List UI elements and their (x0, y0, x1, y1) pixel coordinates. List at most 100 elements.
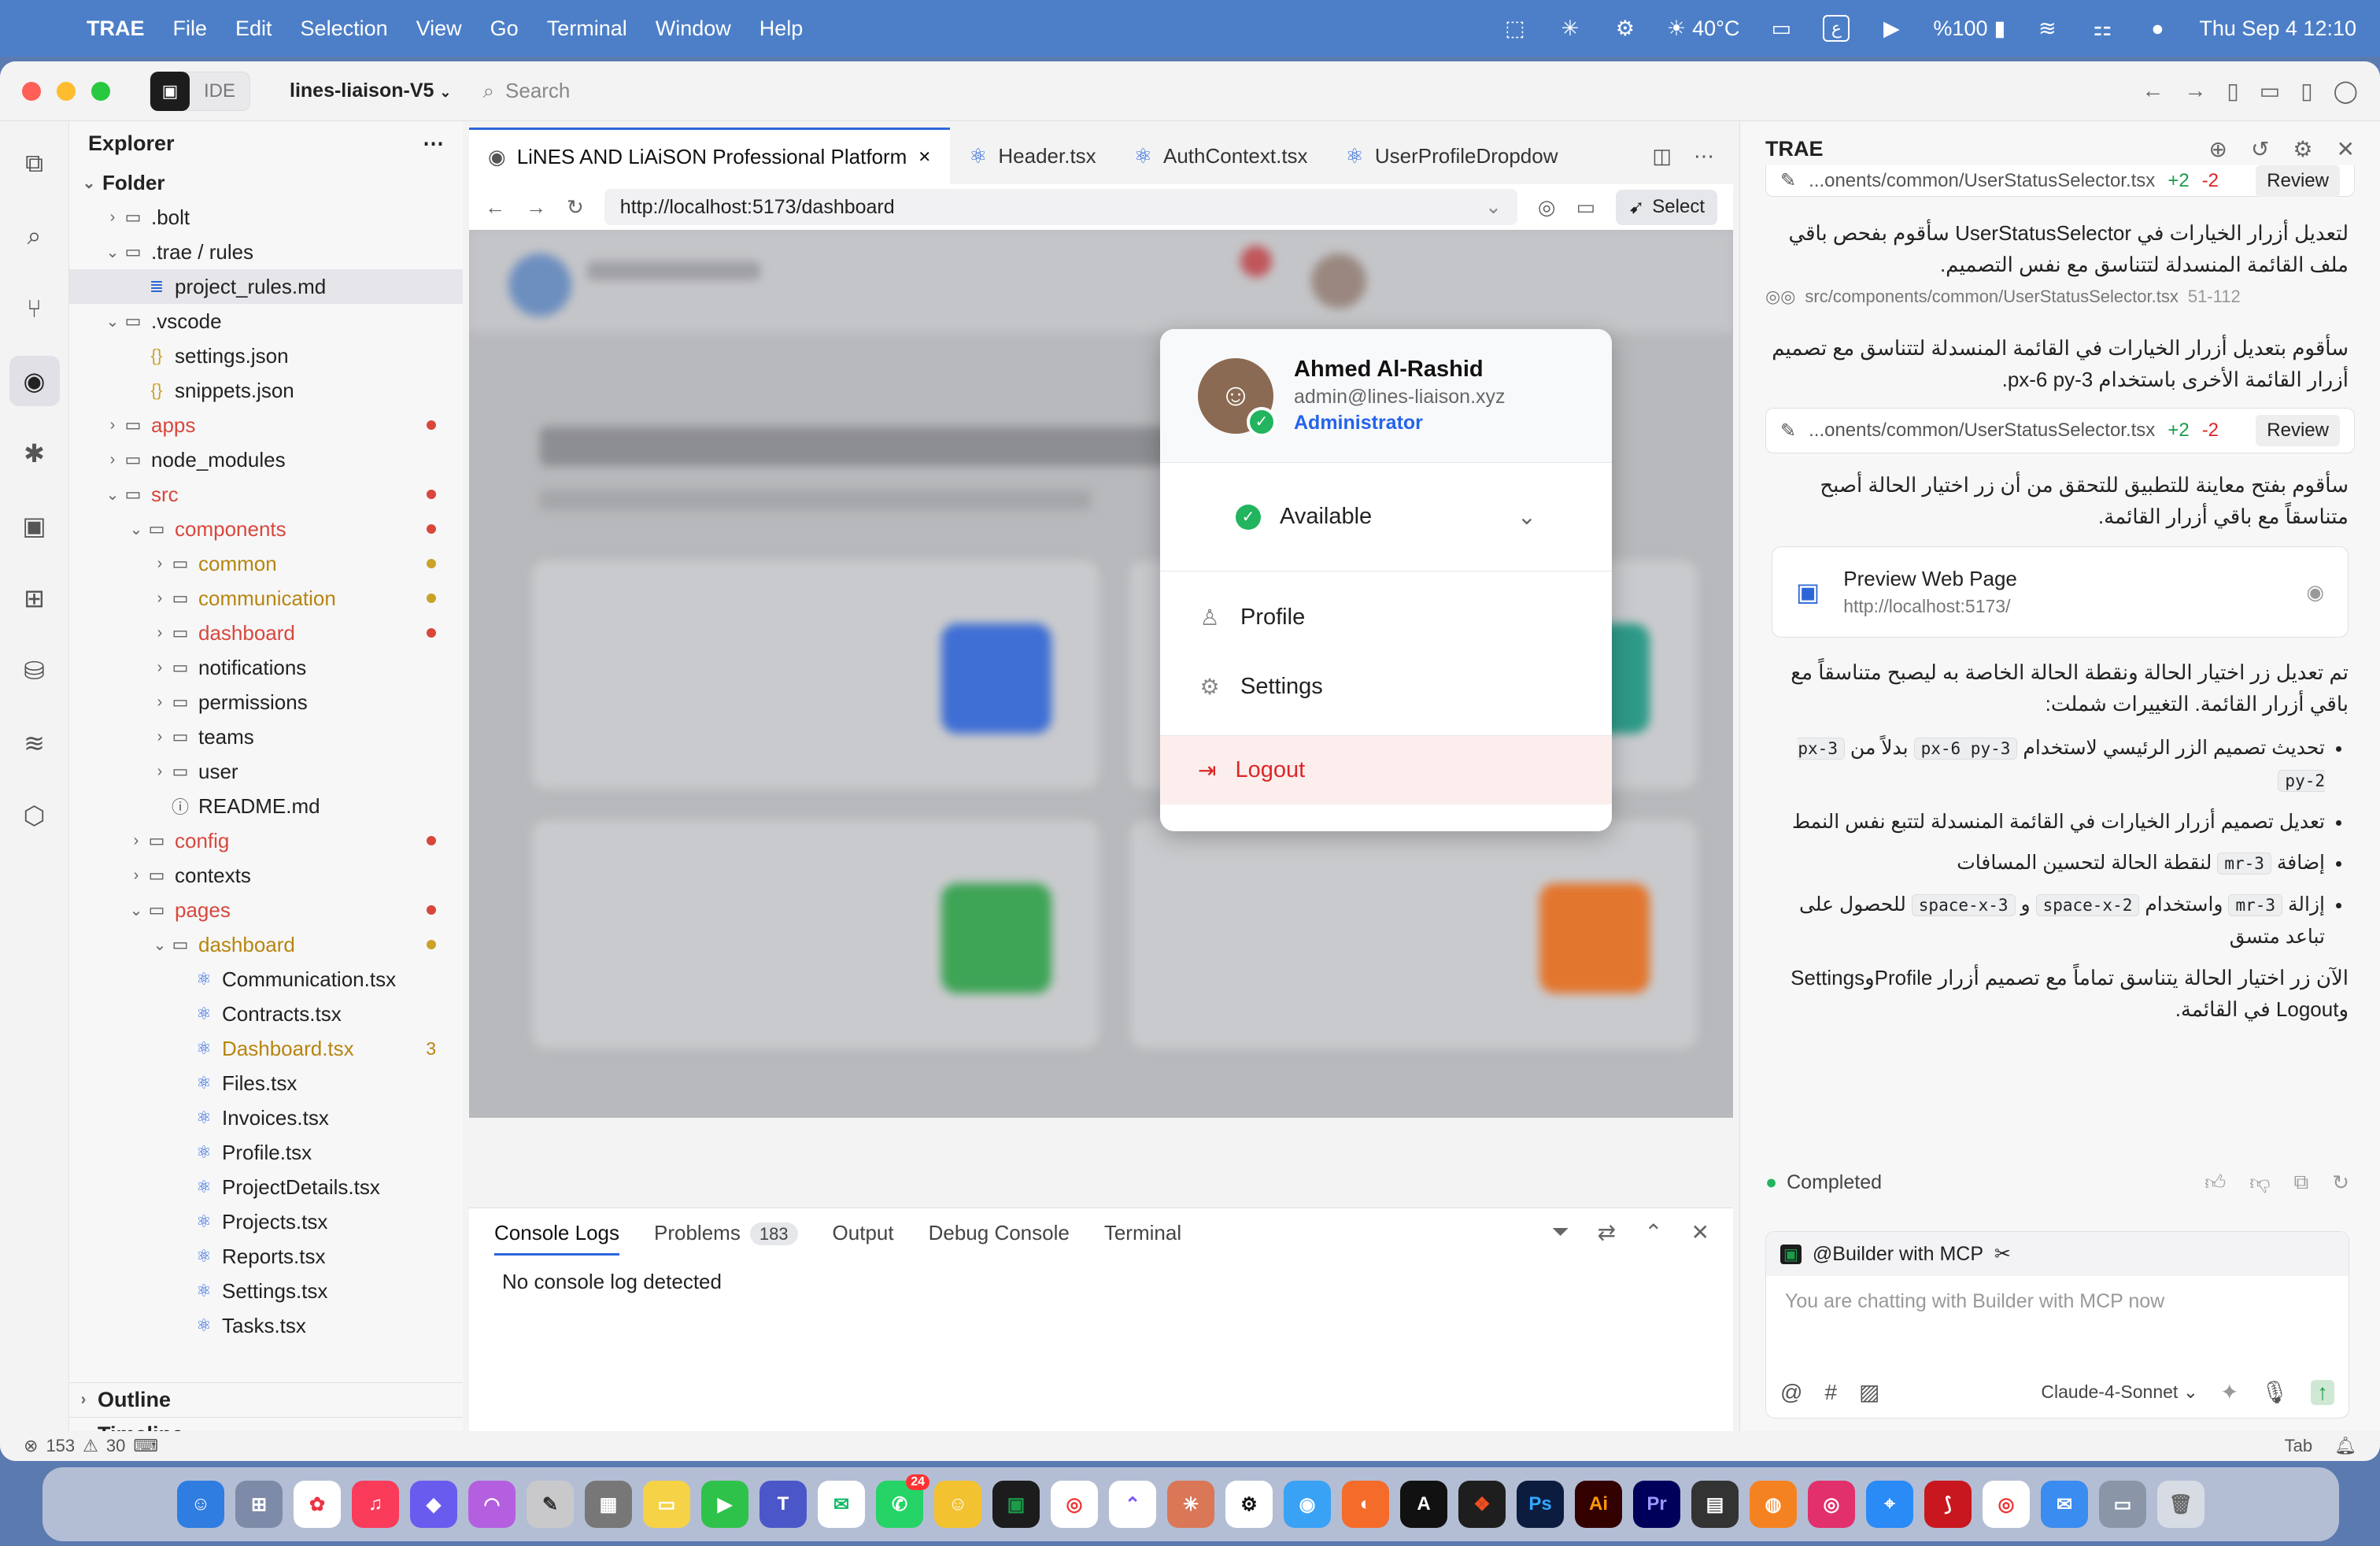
figma-icon[interactable]: ❖ (1458, 1481, 1506, 1528)
menu-view[interactable]: View (416, 17, 462, 41)
trash-icon[interactable]: 🗑︎ (2157, 1481, 2204, 1528)
more-icon[interactable]: ⋯ (423, 131, 444, 156)
tree-folder[interactable]: ⌄ ▭ pages (69, 893, 463, 927)
claude-icon[interactable]: ✳ (1167, 1481, 1214, 1528)
tree-file[interactable]: ⚛ Projects.tsx (69, 1204, 463, 1239)
reload-icon[interactable]: ↻ (567, 195, 584, 220)
apple-icon[interactable] (31, 15, 58, 42)
music-icon[interactable]: ♫ (352, 1481, 399, 1528)
panel-tab[interactable]: Debug Console (929, 1221, 1070, 1245)
facetime-icon[interactable]: ▶ (701, 1481, 748, 1528)
select-element-button[interactable]: ➹ Select (1616, 189, 1717, 225)
microphone-icon[interactable]: 🎙︎ (2260, 1379, 2289, 1405)
premiere-icon[interactable]: Pr (1633, 1481, 1680, 1528)
device-icon[interactable]: ▭ (1576, 195, 1596, 220)
finder-icon[interactable]: ☺ (177, 1481, 224, 1528)
tree-file[interactable]: {} snippets.json (69, 373, 463, 408)
battery-status[interactable]: %100 ▮ (1933, 17, 2005, 41)
keyboard-language[interactable]: ع (1823, 15, 1850, 42)
menu-go[interactable]: Go (490, 17, 519, 41)
preview-web-page-card[interactable]: ▣ Preview Web Page http://localhost:5173… (1772, 546, 2349, 638)
tree-folder[interactable]: ⌄ ▭ components (69, 512, 463, 546)
play-icon[interactable]: ▶ (1878, 15, 1905, 42)
display-icon[interactable]: ▭ (1768, 15, 1794, 42)
editor-tab[interactable]: ◉ LiNES AND LiAiSON Professional Platform… (469, 128, 951, 184)
review-button[interactable]: Review (2256, 165, 2340, 197)
maps-pin-icon[interactable]: ⌖ (1866, 1481, 1913, 1528)
compass-icon[interactable]: ◎ (1538, 195, 1556, 220)
tree-folder[interactable]: › ▭ dashboard (69, 616, 463, 650)
tree-file[interactable]: ⚛ Dashboard.tsx 3 (69, 1031, 463, 1066)
photoshop-icon[interactable]: Ps (1517, 1481, 1564, 1528)
tab-size-indicator[interactable]: Tab (2285, 1436, 2312, 1456)
copy-icon[interactable]: ⧉ (2294, 1170, 2309, 1195)
tree-folder[interactable]: ⌄ ▭ .trae / rules (69, 235, 463, 269)
problems-status[interactable]: ⊗ 153 ⚠ 30 ⌨ (24, 1436, 158, 1456)
wifi-icon[interactable]: ≋ (2034, 15, 2060, 42)
tree-folder[interactable]: › ▭ notifications (69, 650, 463, 685)
menu-terminal[interactable]: Terminal (547, 17, 627, 41)
filter-icon[interactable]: ⏷ (1551, 1219, 1569, 1245)
tree-folder[interactable]: › ▭ teams (69, 719, 463, 754)
clickup-icon[interactable]: ⌃ (1109, 1481, 1156, 1528)
control-center-icon[interactable]: ⚏ (2089, 15, 2116, 42)
tree-file[interactable]: ⚛ Reports.tsx (69, 1239, 463, 1274)
source-control-icon[interactable]: ⑂ (9, 283, 60, 334)
layers-icon[interactable]: ≋ (9, 718, 60, 768)
weather-widget[interactable]: ☀ 40°C (1667, 17, 1740, 41)
outline-section[interactable]: › Outline (69, 1382, 463, 1417)
tree-folder[interactable]: › ▭ contexts (69, 858, 463, 893)
panel-tab[interactable]: Terminal (1104, 1221, 1181, 1245)
tree-file[interactable]: ⚛ Files.tsx (69, 1066, 463, 1100)
profile-menu-item[interactable]: ♙ Profile (1160, 583, 1612, 652)
settings-sliders-icon[interactable]: ⇄ (1598, 1219, 1616, 1245)
new-chat-icon[interactable]: ⊕ (2208, 136, 2227, 162)
window-icon[interactable]: ⬚ (1502, 15, 1528, 42)
sparkle-icon[interactable]: ✳ (1557, 15, 1584, 42)
app-menu[interactable]: TRAE (87, 17, 145, 41)
forward-icon[interactable]: → (526, 195, 546, 220)
tree-file[interactable]: ⚛ Contracts.tsx (69, 997, 463, 1031)
close-window-button[interactable] (22, 81, 41, 101)
acrobat-icon[interactable]: ⟆ (1924, 1481, 1972, 1528)
tree-folder[interactable]: › ▭ common (69, 546, 463, 581)
editor-tab[interactable]: ⚛ Header.tsx (950, 128, 1115, 184)
photos-icon[interactable]: ✿ (294, 1481, 341, 1528)
chat-input[interactable]: You are chatting with Builder with MCP n… (1766, 1276, 2349, 1327)
artstudio-icon[interactable]: A (1400, 1481, 1447, 1528)
clock[interactable]: Thu Sep 4 12:10 (2199, 17, 2356, 41)
hash-icon[interactable]: # (1824, 1380, 1837, 1405)
editor-tab[interactable]: ⚛ UserProfileDropdow (1327, 128, 1577, 184)
eye-icon[interactable]: ◉ (2306, 580, 2324, 605)
tree-file[interactable]: ⚛ Tasks.tsx (69, 1308, 463, 1343)
illustrator-icon[interactable]: Ai (1575, 1481, 1622, 1528)
tree-file[interactable]: {} settings.json (69, 338, 463, 373)
account-icon[interactable]: ◯ (2334, 78, 2358, 104)
editor-tab[interactable]: ⚛ AuthContext.tsx (1115, 128, 1327, 184)
tree-folder[interactable]: › ▭ config (69, 823, 463, 858)
menu-help[interactable]: Help (759, 17, 804, 41)
notes-icon[interactable]: ✎ (527, 1481, 574, 1528)
forward-arrow-icon[interactable]: → (2184, 78, 2206, 104)
linear-icon[interactable]: ◆ (410, 1481, 457, 1528)
model-selector[interactable]: Claude-4-Sonnet ⌄ (2041, 1381, 2198, 1403)
podcast-app-icon[interactable]: ◠ (468, 1481, 516, 1528)
tree-folder[interactable]: › ▭ .bolt (69, 200, 463, 235)
more-icon[interactable]: ⋯ (1694, 144, 1714, 168)
file-change-chip[interactable]: ✎ ...onents/common/UserStatusSelector.ts… (1765, 408, 2355, 453)
sparkle-icon[interactable]: ✦ (2220, 1379, 2238, 1405)
tree-file[interactable]: ⚛ Communication.tsx (69, 962, 463, 997)
file-change-chip[interactable]: ✎ ...onents/common/UserStatusSelector.ts… (1765, 165, 2355, 197)
calculator-icon[interactable]: ▦ (585, 1481, 632, 1528)
chrome-alt-icon[interactable]: ◎ (1983, 1481, 2030, 1528)
stickies-icon[interactable]: ▭ (643, 1481, 690, 1528)
send-button[interactable]: ↑ (2311, 1379, 2334, 1405)
history-icon[interactable]: ↺ (2251, 136, 2269, 162)
timeline-section[interactable]: ›Timeline (69, 1417, 463, 1431)
split-editor-icon[interactable]: ◫ (1652, 144, 1672, 168)
review-button[interactable]: Review (2256, 415, 2340, 446)
tree-file[interactable]: ⓘ README.md (69, 789, 463, 823)
tree-folder[interactable]: › ▭ user (69, 754, 463, 789)
menu-selection[interactable]: Selection (301, 17, 388, 41)
tree-file[interactable]: ⚛ Settings.tsx (69, 1274, 463, 1308)
